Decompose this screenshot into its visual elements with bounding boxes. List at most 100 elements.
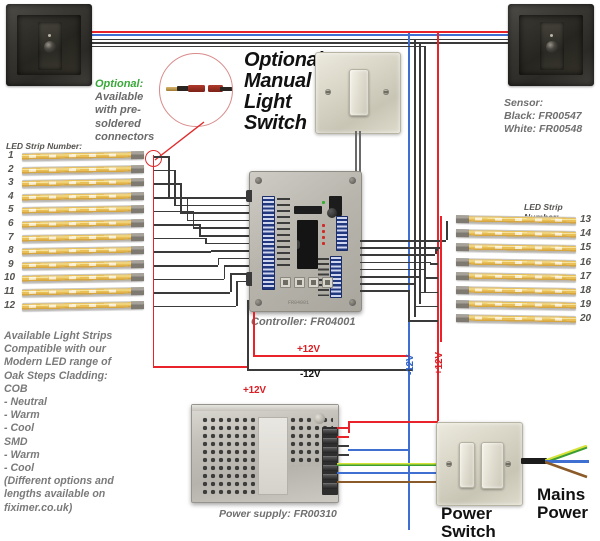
led-strip-end-cap — [131, 205, 144, 214]
led-strip-signal-wire-right — [446, 220, 448, 240]
voltage-label-psu-out-neg: -12V — [300, 369, 321, 380]
led-strip-left[interactable] — [22, 259, 144, 270]
optional-note-highlight: Optional: — [95, 78, 144, 90]
led-strip-signal-wire-left — [223, 265, 249, 267]
psu-terminal-5[interactable] — [323, 465, 337, 472]
led-strip-number-label: 13 — [580, 214, 592, 225]
led-strip-right[interactable] — [456, 229, 576, 240]
sensor-indicator-dot-left — [48, 34, 51, 37]
heading-mains-power: Mains Power — [537, 486, 588, 522]
led-strip-end-cap — [131, 191, 144, 201]
controller-side-port-top — [246, 190, 252, 202]
power-switch-rocker-left[interactable] — [459, 442, 475, 488]
led-strip-right[interactable] — [456, 215, 576, 225]
heading-line-2: Manual — [244, 70, 312, 92]
controller-board[interactable]: FR04001 — [246, 171, 362, 312]
led-strip-signal-wire-left — [192, 227, 249, 229]
led-strip-segments — [475, 231, 569, 236]
sensor-signal-top-3 — [86, 45, 426, 48]
psu-terminal-1[interactable] — [323, 429, 337, 436]
controller-right-terminal-header-top[interactable] — [336, 216, 348, 251]
led-strip-end-cap — [131, 287, 144, 296]
optional-note-line-4: connectors — [95, 130, 155, 143]
led-strip-signal-wire-left — [199, 235, 249, 237]
led-strip-left[interactable] — [22, 151, 144, 161]
led-strip-left[interactable] — [22, 178, 144, 189]
controller-left-terminal-header[interactable] — [262, 196, 275, 290]
led-strip-segments — [475, 260, 569, 265]
led-strip-right[interactable] — [456, 286, 576, 296]
available-strips-line-11: - Cool — [4, 462, 35, 475]
available-strips-line-14: fiximer.co.uk) — [4, 501, 73, 514]
psu-terminal-7[interactable] — [323, 483, 337, 490]
led-strip-segments — [29, 221, 125, 226]
psu-terminal-6[interactable] — [323, 474, 337, 481]
led-strip-number-label: 11 — [4, 286, 15, 297]
led-strip-end-cap — [456, 257, 469, 266]
led-strip-end-cap — [456, 271, 469, 281]
controller-socket-strip — [294, 206, 322, 214]
led-strip-right[interactable] — [456, 257, 576, 268]
led-strip-segments — [29, 276, 125, 281]
led-strip-right[interactable] — [456, 300, 576, 311]
bus-negative-vertical — [408, 33, 410, 530]
sensor-bus-red-wire — [86, 31, 573, 33]
sensor-plate-right[interactable] — [508, 4, 594, 86]
led-strip-left[interactable] — [22, 164, 144, 175]
led-strip-end-cap — [131, 246, 144, 255]
controller-button-1[interactable] — [280, 277, 291, 288]
psu-terminal-4[interactable] — [323, 456, 337, 463]
led-strip-left[interactable] — [22, 246, 144, 257]
led-strip-end-cap — [456, 286, 469, 295]
controller-button-4[interactable] — [322, 277, 333, 288]
controller-status-led-red-1 — [322, 224, 325, 227]
led-strip-signal-wire-right — [429, 263, 438, 265]
led-strip-right[interactable] — [456, 314, 576, 325]
led-strip-left[interactable] — [22, 287, 144, 297]
right-header-top-pins — [337, 217, 347, 250]
led-strip-left[interactable] — [22, 191, 144, 202]
led-strip-signal-wire-left — [205, 242, 249, 245]
led-strip-end-cap — [131, 259, 144, 269]
led-strip-right[interactable] — [456, 271, 576, 282]
manual-light-switch-rocker[interactable] — [349, 69, 369, 116]
led-strip-left[interactable] — [22, 219, 144, 229]
led-strip-left[interactable] — [22, 273, 144, 284]
led-strip-left[interactable] — [22, 232, 144, 243]
led-strip-segments — [29, 208, 125, 213]
led-strip-end-cap — [131, 232, 144, 241]
sensor-signal-vertical-2 — [419, 42, 421, 304]
magnifier-connector-male — [188, 85, 205, 92]
controller-button-3[interactable] — [308, 277, 319, 288]
controller-silkscreen-text: FR04001 — [288, 300, 310, 306]
controller-status-led-red-3 — [322, 236, 325, 239]
led-strip-end-cap — [456, 229, 469, 238]
psu-adjust-pot — [314, 413, 325, 424]
led-strip-signal-wire-left — [180, 212, 249, 214]
controller-button-2[interactable] — [294, 277, 305, 288]
led-strip-right[interactable] — [456, 243, 576, 254]
power-switch-rocker-right[interactable] — [481, 442, 504, 489]
led-strip-number-label: 15 — [580, 242, 592, 254]
sensor-plate-left[interactable] — [6, 4, 92, 86]
psu-terminal-block[interactable] — [322, 427, 338, 495]
led-strip-number-label: 5 — [8, 204, 14, 216]
controller-corner-screw-br — [349, 299, 356, 306]
available-strips-line-12: (Different options and — [4, 475, 114, 488]
manual-light-switch-plate[interactable] — [315, 52, 401, 134]
led-strip-signal-wire-right — [360, 240, 446, 242]
led-strip-segments — [29, 153, 125, 158]
led-strip-signal-wire-left — [154, 183, 181, 185]
controller-status-led-red-4 — [322, 242, 325, 245]
psu-terminal-2[interactable] — [323, 438, 337, 445]
led-strip-signal-wire-right — [419, 291, 438, 294]
psu-terminal-3[interactable] — [323, 447, 337, 454]
available-strips-line-8: - Cool — [4, 422, 35, 435]
available-strips-line-3: Modern LED range of — [4, 356, 112, 369]
led-strip-left[interactable] — [22, 205, 144, 216]
power-supply-unit[interactable] — [191, 404, 339, 503]
power-switch-plate[interactable] — [436, 422, 523, 506]
led-strip-signal-wire-right — [419, 276, 421, 292]
switch-screw-left — [325, 89, 331, 95]
led-strip-left[interactable] — [22, 300, 144, 311]
